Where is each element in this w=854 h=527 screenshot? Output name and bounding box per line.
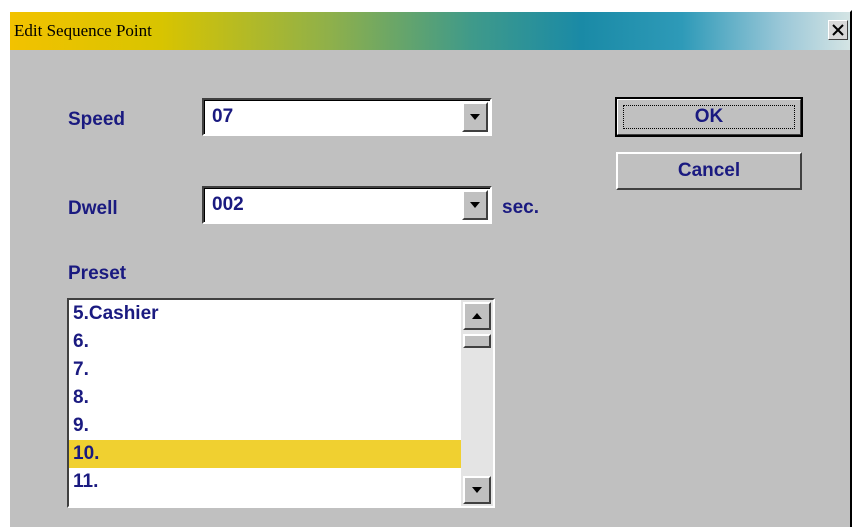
preset-list-item[interactable]: 10. — [69, 440, 461, 468]
close-icon — [832, 24, 844, 36]
scroll-down-button[interactable] — [463, 476, 491, 504]
cancel-button-label: Cancel — [677, 160, 741, 181]
dwell-dropdown-button[interactable] — [462, 190, 488, 220]
title-bar[interactable]: Edit Sequence Point — [10, 12, 850, 50]
preset-list-item[interactable]: 7. — [69, 356, 461, 384]
chevron-down-icon — [470, 202, 480, 208]
preset-list-item[interactable]: 8. — [69, 384, 461, 412]
edit-sequence-point-dialog: Edit Sequence Point Speed 07 Dwell 002 s… — [8, 10, 852, 527]
speed-select[interactable]: 07 — [202, 98, 492, 136]
speed-label: Speed — [68, 109, 126, 130]
ok-button[interactable]: OK — [615, 97, 803, 137]
speed-dropdown-button[interactable] — [462, 102, 488, 132]
dwell-unit-label: sec. — [502, 197, 539, 218]
preset-list-item[interactable]: 11. — [69, 468, 461, 496]
speed-value: 07 — [212, 106, 234, 127]
dwell-select[interactable]: 002 — [202, 186, 492, 224]
close-button[interactable] — [828, 20, 848, 40]
window-title: Edit Sequence Point — [14, 21, 152, 40]
dwell-label: Dwell — [68, 198, 118, 219]
focus-rectangle — [623, 105, 795, 129]
cancel-button[interactable]: Cancel — [616, 152, 802, 190]
chevron-down-icon — [470, 114, 480, 120]
arrow-down-icon — [472, 487, 482, 493]
preset-scrollbar[interactable] — [461, 300, 493, 506]
preset-list-item[interactable]: 5.Cashier — [69, 300, 461, 328]
preset-label: Preset — [68, 263, 127, 284]
scroll-up-button[interactable] — [463, 302, 491, 330]
preset-listbox[interactable]: 5.Cashier 6. 7. 8. 9. 10. 11. — [67, 298, 495, 508]
scroll-thumb[interactable] — [463, 334, 491, 348]
preset-list-item[interactable]: 9. — [69, 412, 461, 440]
preset-list-item[interactable]: 6. — [69, 328, 461, 356]
arrow-up-icon — [472, 313, 482, 319]
preset-list[interactable]: 5.Cashier 6. 7. 8. 9. 10. 11. — [69, 300, 461, 506]
dwell-value: 002 — [212, 194, 244, 215]
